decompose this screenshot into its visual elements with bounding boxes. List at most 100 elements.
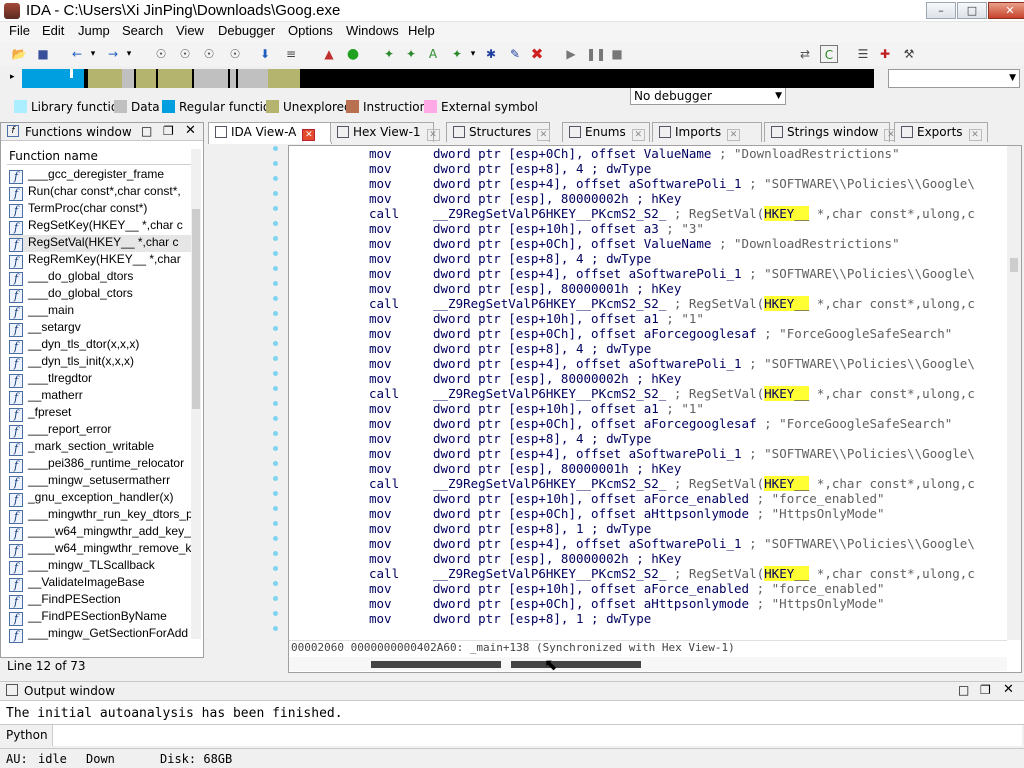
disassembly-line[interactable]: call __Z9RegSetValP6HKEY__PKcmS2_S2_ ; Re…: [369, 296, 975, 311]
function-list-item[interactable]: f __matherr: [9, 388, 191, 405]
disassembly-line[interactable]: mov dword ptr [esp+8], 1 ; dwType: [369, 521, 651, 536]
operands[interactable]: dword ptr [esp+4], offset aSoftwarePoli_…: [433, 536, 742, 551]
stop-icon[interactable]: ■: [608, 45, 626, 63]
function-list-item[interactable]: f ___tlregdtor: [9, 371, 191, 388]
operands[interactable]: dword ptr [esp], 80000001h ; hKey: [433, 461, 681, 476]
function-list-item[interactable]: f ___gcc_deregister_frame: [9, 167, 191, 184]
maximize-button[interactable]: □: [957, 2, 987, 19]
menu-view[interactable]: View: [176, 23, 204, 38]
operands[interactable]: __Z9RegSetValP6HKEY__PKcmS2_S2_: [433, 296, 666, 311]
list-icon[interactable]: ≡: [282, 45, 300, 63]
minimize-button[interactable]: –: [926, 2, 956, 19]
operands[interactable]: dword ptr [esp+0Ch], offset ValueName: [433, 146, 711, 161]
pause-icon[interactable]: ❚❚: [586, 45, 606, 63]
disassembly-line[interactable]: mov dword ptr [esp+10h], offset a1 ; "1": [369, 401, 704, 416]
chevron-down-icon[interactable]: ▾: [84, 45, 102, 63]
scrollbar-thumb[interactable]: [511, 661, 641, 668]
tools-icon[interactable]: ⚒: [900, 45, 918, 63]
operands[interactable]: dword ptr [esp], 80000001h ; hKey: [433, 281, 681, 296]
operands[interactable]: dword ptr [esp+0Ch], offset ValueName: [433, 236, 711, 251]
disassembly-line[interactable]: mov dword ptr [esp+4], offset aSoftwarePo…: [369, 446, 975, 461]
tab-strings-window[interactable]: Strings window ✕: [764, 122, 898, 142]
function-list-item[interactable]: f __dyn_tls_init(x,x,x): [9, 354, 191, 371]
operands[interactable]: dword ptr [esp+4], offset aSoftwarePoli_…: [433, 356, 742, 371]
operands[interactable]: dword ptr [esp+0Ch], offset aForcegoogle…: [433, 416, 757, 431]
disassembly-line[interactable]: mov dword ptr [esp+8], 4 ; dwType: [369, 431, 651, 446]
add-breakpoint-icon[interactable]: ✚: [876, 45, 894, 63]
disassembly-line[interactable]: call __Z9RegSetValP6HKEY__PKcmS2_S2_ ; Re…: [369, 386, 975, 401]
operands[interactable]: dword ptr [esp+10h], offset a1: [433, 311, 659, 326]
function-list-item[interactable]: f ___mingwthr_run_key_dtors_p: [9, 507, 191, 524]
disassembly-line[interactable]: mov dword ptr [esp+4], offset aSoftwarePo…: [369, 536, 975, 551]
function-list-item[interactable]: f __FindPESectionByName: [9, 609, 191, 626]
tab-imports[interactable]: Imports ✕: [652, 122, 762, 142]
function-list-item[interactable]: f __dyn_tls_dtor(x,x,x): [9, 337, 191, 354]
tab-hex-view-1[interactable]: Hex View-1 ✕: [330, 122, 440, 142]
operands[interactable]: dword ptr [esp+8], 4 ; dwType: [433, 431, 651, 446]
binoculars-icon[interactable]: ☉: [200, 45, 218, 63]
disassembly-line[interactable]: mov dword ptr [esp], 80000001h ; hKey: [369, 461, 681, 476]
tab-structures[interactable]: Structures ✕: [446, 122, 551, 142]
function-list-item[interactable]: f ___mingw_GetSectionForAdd: [9, 626, 191, 643]
disassembly-line[interactable]: mov dword ptr [esp+4], offset aSoftwarePo…: [369, 176, 975, 191]
menu-file[interactable]: File: [9, 23, 30, 38]
run-to-cursor-icon[interactable]: C: [820, 45, 838, 63]
disassembly-vscrollbar[interactable]: [1007, 146, 1021, 640]
disassembly-line[interactable]: mov dword ptr [esp+0Ch], offset aForcegoo…: [369, 416, 952, 431]
close-tab-icon[interactable]: ✕: [727, 129, 741, 141]
operands[interactable]: dword ptr [esp], 80000002h ; hKey: [433, 551, 681, 566]
scrollbar-thumb[interactable]: [1010, 258, 1018, 272]
disassembly-line[interactable]: mov dword ptr [esp+4], offset aSoftwarePo…: [369, 266, 975, 281]
operands[interactable]: __Z9RegSetValP6HKEY__PKcmS2_S2_: [433, 206, 666, 221]
operands[interactable]: __Z9RegSetValP6HKEY__PKcmS2_S2_: [433, 566, 666, 581]
function-list-item[interactable]: f __ValidateImageBase: [9, 575, 191, 592]
play-icon[interactable]: ▶: [562, 45, 580, 63]
add-string-icon[interactable]: A: [424, 45, 442, 63]
tab-ida-view-a[interactable]: IDA View-A ✕: [208, 122, 332, 144]
operands[interactable]: dword ptr [esp+4], offset aSoftwarePoli_…: [433, 446, 742, 461]
highlighted-token[interactable]: HKEY__: [764, 566, 810, 581]
operands[interactable]: dword ptr [esp+8], 4 ; dwType: [433, 341, 651, 356]
navigation-band[interactable]: [22, 69, 874, 88]
edit-icon[interactable]: ✎: [506, 45, 524, 63]
menu-edit[interactable]: Edit: [42, 23, 64, 38]
operands[interactable]: dword ptr [esp+0Ch], offset aForcegoogle…: [433, 326, 757, 341]
disassembly-line[interactable]: call __Z9RegSetValP6HKEY__PKcmS2_S2_ ; Re…: [369, 206, 975, 221]
nav-band-left-arrow-icon[interactable]: ▸: [10, 72, 15, 82]
disassembly-line[interactable]: call __Z9RegSetValP6HKEY__PKcmS2_S2_ ; Re…: [369, 476, 975, 491]
close-tab-icon[interactable]: ✕: [426, 129, 440, 141]
chevron-down-icon[interactable]: ▾: [464, 45, 482, 63]
binoculars-icon[interactable]: ☉: [176, 45, 194, 63]
disassembly-line[interactable]: mov dword ptr [esp+8], 4 ; dwType: [369, 161, 651, 176]
function-list-scrollbar[interactable]: [191, 149, 201, 639]
operands[interactable]: dword ptr [esp+4], offset aSoftwarePoli_…: [433, 176, 742, 191]
disassembly-line[interactable]: mov dword ptr [esp+10h], offset aForce_en…: [369, 491, 885, 506]
close-tab-icon[interactable]: ✕: [631, 129, 645, 141]
function-list-item[interactable]: f ____w64_mingwthr_add_key_: [9, 524, 191, 541]
close-panel-icon[interactable]: ✕: [185, 123, 196, 138]
nav-band-select[interactable]: ▼: [888, 69, 1020, 88]
function-list-item[interactable]: f __FindPESection: [9, 592, 191, 609]
operands[interactable]: dword ptr [esp+4], offset aSoftwarePoli_…: [433, 266, 742, 281]
operands[interactable]: __Z9RegSetValP6HKEY__PKcmS2_S2_: [433, 476, 666, 491]
menu-help[interactable]: Help: [408, 23, 435, 38]
function-list-item[interactable]: f ___do_global_dtors: [9, 269, 191, 286]
green-circle-icon[interactable]: ●: [344, 45, 362, 63]
operands[interactable]: dword ptr [esp+8], 4 ; dwType: [433, 251, 651, 266]
disassembly-line[interactable]: mov dword ptr [esp+0Ch], offset aHttpsonl…: [369, 596, 885, 611]
operands[interactable]: __Z9RegSetValP6HKEY__PKcmS2_S2_: [433, 386, 666, 401]
highlighted-token[interactable]: HKEY__: [764, 206, 810, 221]
function-list-item[interactable]: f ___do_global_ctors: [9, 286, 191, 303]
disassembly-line[interactable]: mov dword ptr [esp+0Ch], offset ValueName…: [369, 236, 900, 251]
scrollbar-thumb[interactable]: [192, 209, 200, 409]
disassembly-line[interactable]: mov dword ptr [esp], 80000001h ; hKey: [369, 281, 681, 296]
disassembly-line[interactable]: mov dword ptr [esp], 80000002h ; hKey: [369, 551, 681, 566]
function-list-item[interactable]: f _fpreset: [9, 405, 191, 422]
function-list-item[interactable]: f ___pei386_runtime_relocator: [9, 456, 191, 473]
operands[interactable]: dword ptr [esp+8], 4 ; dwType: [433, 161, 651, 176]
open-folder-icon[interactable]: 📂: [10, 45, 28, 63]
add-code-icon[interactable]: ✦: [380, 45, 398, 63]
restore-window-icon[interactable]: ❐: [163, 124, 174, 138]
function-list-item[interactable]: f ___report_error: [9, 422, 191, 439]
function-list-item[interactable]: f Run(char const*,char const*,: [9, 184, 191, 201]
